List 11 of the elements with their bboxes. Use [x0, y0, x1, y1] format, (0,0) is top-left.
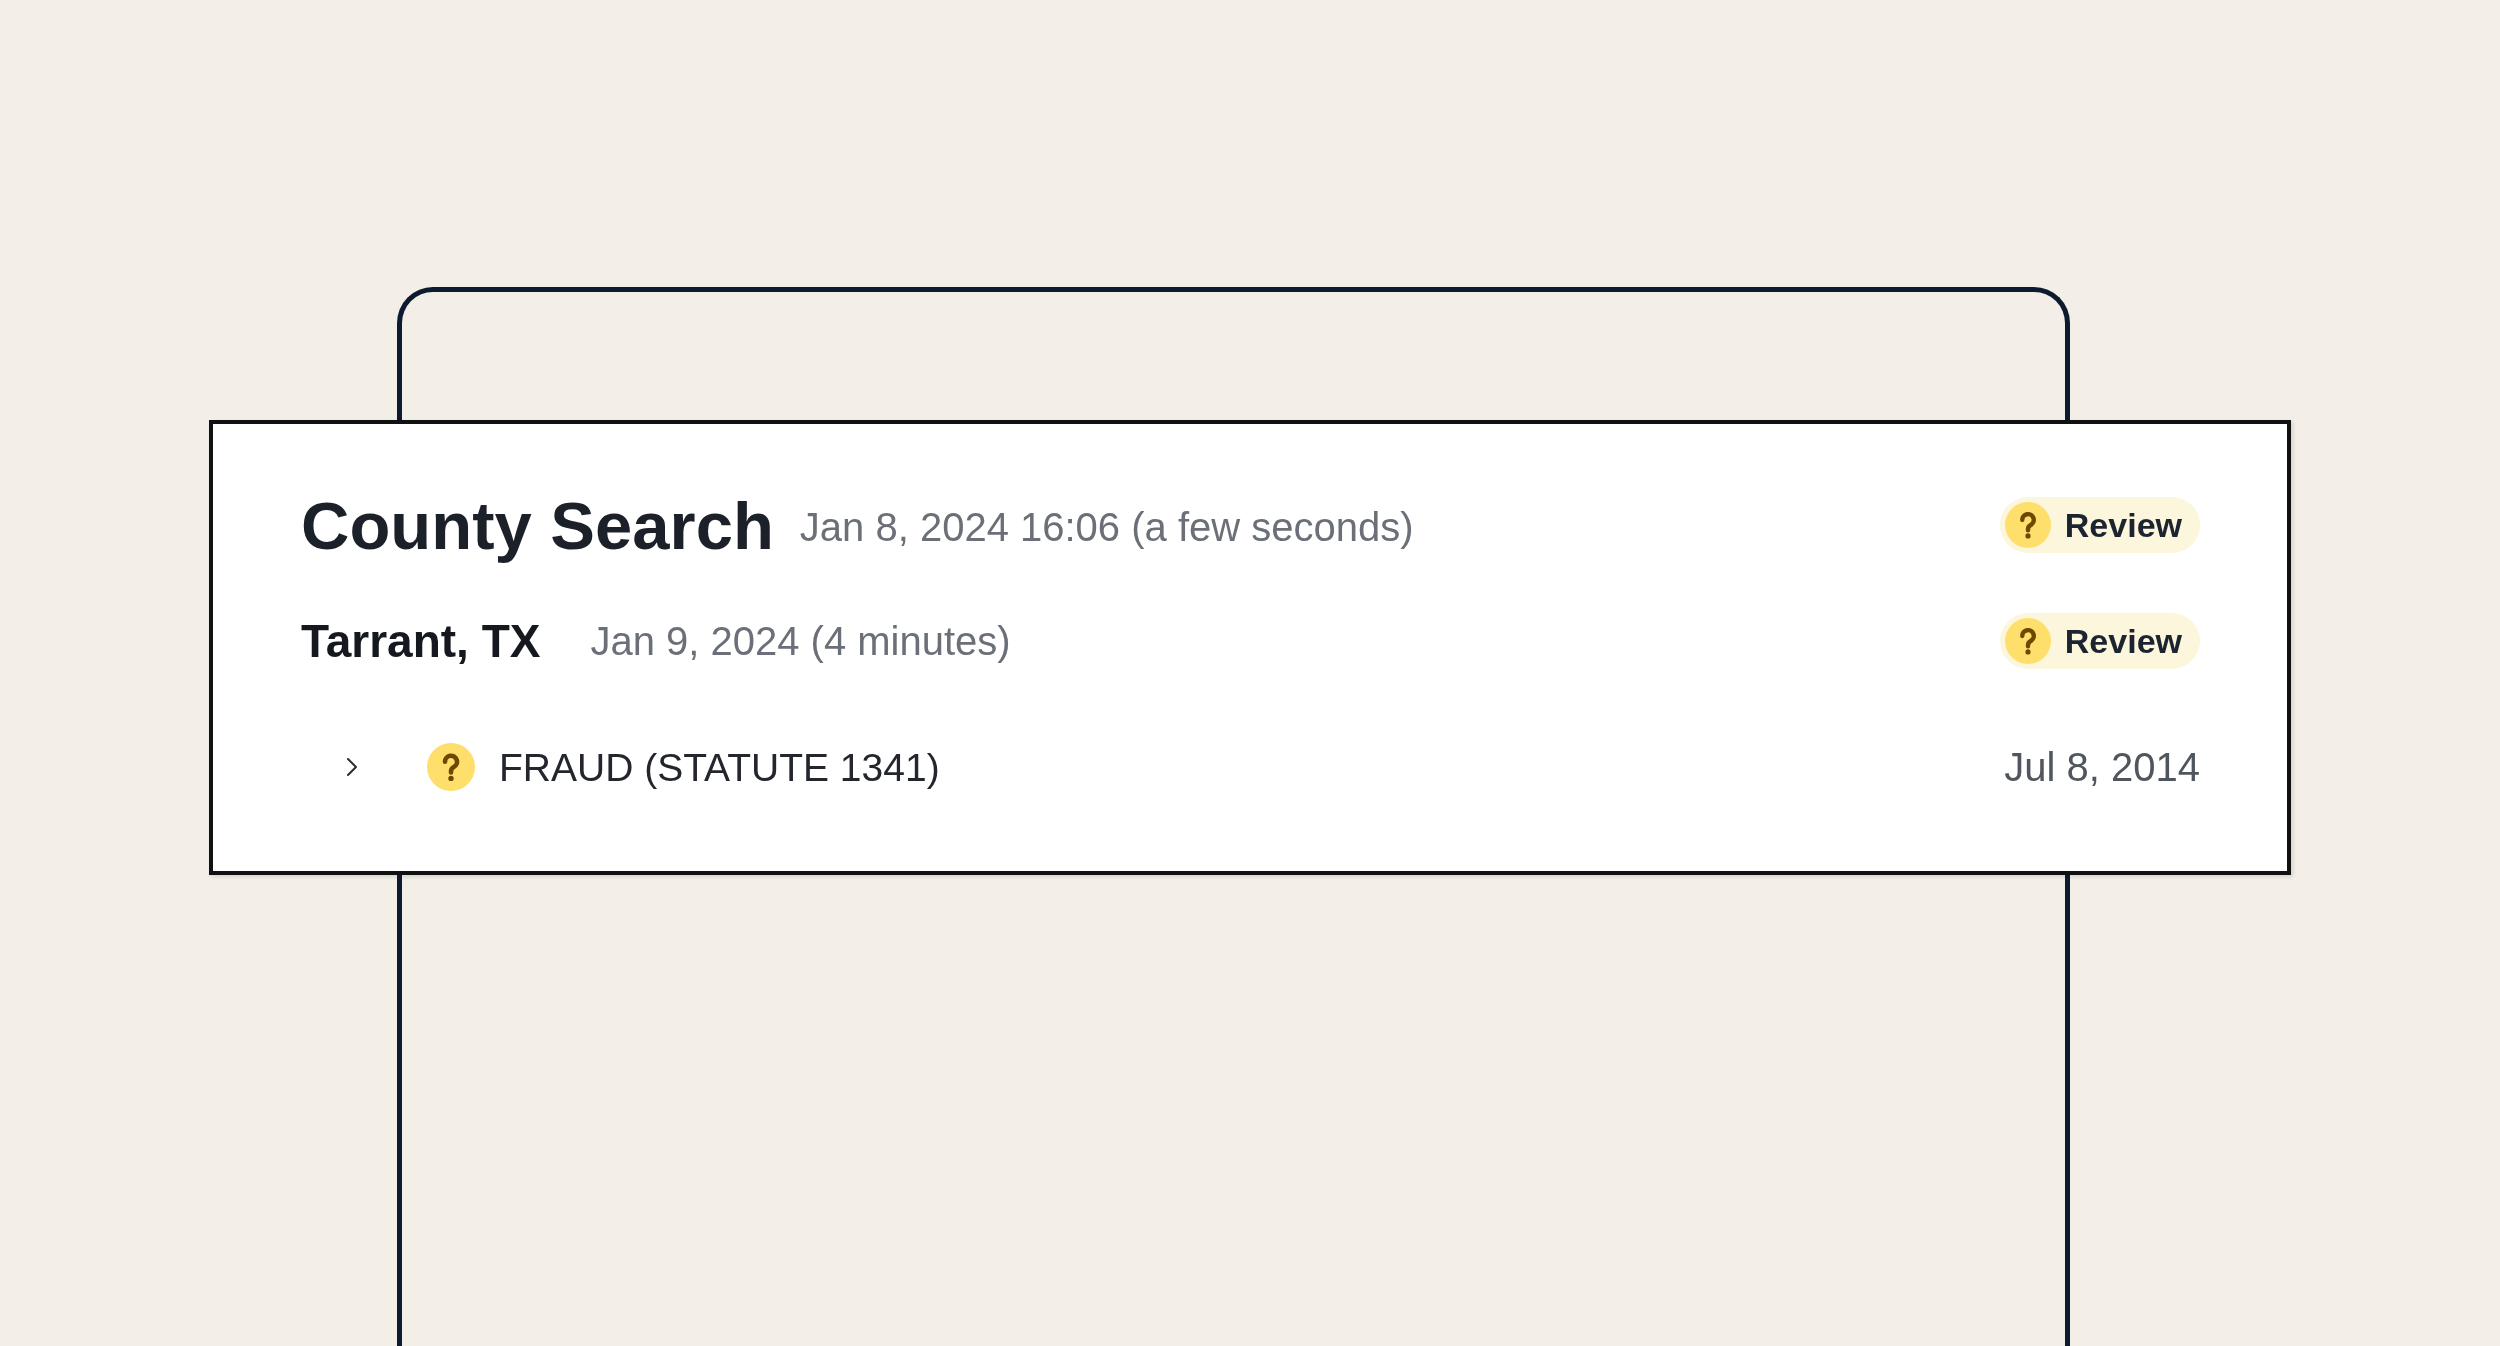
question-icon	[2004, 502, 2051, 548]
chevron-icon	[346, 757, 358, 777]
question-icon	[427, 743, 475, 791]
county-timestamp: Jan 9, 2024 (4 minutes)	[590, 621, 1011, 661]
record-title: FRAUD (STATUTE 1341)	[499, 747, 940, 787]
question-icon	[2004, 618, 2051, 664]
county-name: Tarrant, TX	[301, 618, 541, 664]
status-label: Review	[2064, 508, 2182, 542]
record-date: Jul 8, 2014	[2004, 747, 2200, 787]
status-label: Review	[2064, 624, 2182, 658]
search-timestamp: Jan 8, 2024 16:06 (a few seconds)	[799, 504, 1414, 547]
